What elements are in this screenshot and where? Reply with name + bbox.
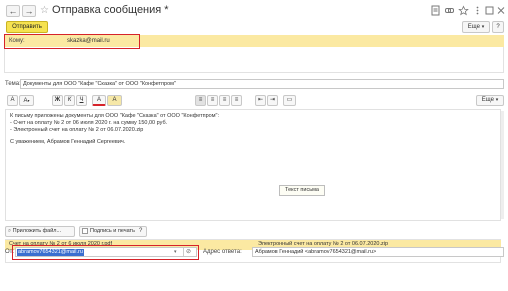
attach-file-label: Приложить файл...: [12, 228, 62, 234]
forward-button[interactable]: →: [22, 5, 36, 17]
text-color-button[interactable]: A: [92, 95, 106, 106]
reply-label: Адрес ответа:: [203, 249, 242, 255]
from-highlight-callout: [12, 245, 199, 260]
chevron-down-icon: ▾: [495, 97, 499, 103]
more-button-label: Еще: [467, 24, 481, 30]
recipients-area[interactable]: [4, 47, 504, 73]
attach-file-button[interactable]: ⌕ Приложить файл...: [5, 226, 75, 237]
reply-to-input[interactable]: Абрамов Геннадий <abramov7654321@mail.ru…: [252, 247, 504, 257]
insert-image-button[interactable]: ▭: [283, 95, 296, 106]
chevron-down-icon: ▾: [27, 98, 30, 103]
align-left-button[interactable]: ≡: [195, 95, 206, 106]
outdent-button[interactable]: ⇤: [255, 95, 266, 106]
align-justify-button[interactable]: ≡: [231, 95, 242, 106]
italic-button[interactable]: К: [64, 95, 75, 106]
document-icon[interactable]: [430, 5, 441, 16]
send-button[interactable]: Отправить: [6, 21, 48, 33]
maximize-icon[interactable]: [484, 5, 495, 16]
paperclip-icon: ⌕: [8, 228, 12, 234]
sign-stamp-checkbox[interactable]: [82, 227, 88, 234]
align-right-button[interactable]: ≡: [219, 95, 230, 106]
font-size-button[interactable]: A: [7, 95, 18, 106]
align-center-button[interactable]: ≡: [207, 95, 218, 106]
page-title: Отправка сообщения *: [52, 4, 169, 16]
to-highlight-callout: [4, 34, 140, 49]
message-line: - Счет на оплату № 2 от 06 июля 2020 г. …: [10, 120, 168, 126]
more-button[interactable]: Еще ▾: [462, 21, 490, 33]
more-menu-icon[interactable]: [472, 5, 483, 16]
format-more-button[interactable]: Еще ▾: [476, 95, 504, 106]
font-button[interactable]: A▾: [19, 95, 34, 106]
message-tooltip: Текст письма: [279, 185, 325, 196]
star-outline-icon[interactable]: [458, 5, 469, 16]
indent-button[interactable]: ⇥: [267, 95, 278, 106]
highlight-color-button[interactable]: A: [107, 95, 122, 106]
link-icon[interactable]: [444, 5, 455, 16]
sign-stamp-label: Подпись и печать: [90, 228, 135, 234]
chevron-down-icon: ▾: [481, 24, 485, 30]
sign-help-icon[interactable]: ?: [139, 228, 142, 234]
subject-label: Тема:: [5, 81, 21, 87]
message-line: С уважением, Абрамов Геннадий Сергеевич.: [10, 139, 126, 145]
bold-button[interactable]: Ж: [52, 95, 63, 106]
subject-input[interactable]: Документы для ООО "Кафе "Сказка" от ООО …: [20, 79, 504, 89]
message-line: - Электронный счет на оплату № 2 от 06.0…: [10, 127, 144, 133]
underline-button[interactable]: Ч: [76, 95, 87, 106]
close-icon[interactable]: [496, 5, 506, 16]
help-button[interactable]: ?: [492, 21, 504, 33]
format-more-label: Еще: [481, 97, 495, 103]
back-button[interactable]: ←: [6, 5, 20, 17]
star-icon[interactable]: ☆: [40, 5, 49, 16]
editor-scrollbar[interactable]: [501, 111, 504, 219]
sign-stamp-toggle[interactable]: Подпись и печать: [79, 226, 147, 237]
message-line: К письму приложены документы для ООО "Ка…: [10, 113, 219, 119]
